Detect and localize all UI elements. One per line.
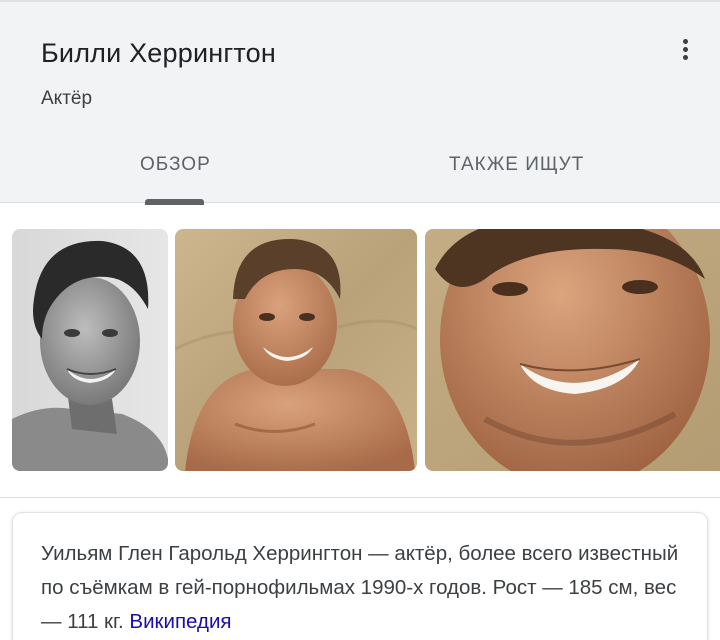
description-text: Уильям Глен Гарольд Херрингтон — актёр, …	[41, 537, 693, 639]
knowledge-panel: Билли Херрингтон Актёр ОБЗОР ТАКЖЕ ИЩУТ	[0, 0, 720, 640]
more-vert-icon[interactable]	[668, 32, 702, 66]
tab-overview[interactable]: ОБЗОР	[140, 154, 211, 176]
panel-header: Билли Херрингтон Актёр ОБЗОР ТАКЖЕ ИЩУТ	[0, 0, 720, 205]
description-card: Уильям Глен Гарольд Херрингтон — актёр, …	[12, 512, 708, 640]
image-thumbnail-2[interactable]	[175, 229, 417, 471]
tab-also-searched[interactable]: ТАКЖЕ ИЩУТ	[449, 154, 584, 176]
dot	[682, 38, 688, 44]
entity-subtitle: Актёр	[41, 88, 93, 109]
closeup-photo-image	[425, 229, 720, 471]
image-thumbnail-1[interactable]	[12, 229, 168, 471]
wikipedia-link[interactable]: Википедия	[129, 610, 231, 633]
sand-photo-image	[175, 229, 417, 471]
image-carousel	[0, 203, 720, 498]
entity-title: Билли Херрингтон	[41, 38, 276, 68]
dot	[682, 54, 688, 60]
dot	[682, 46, 688, 52]
image-thumbnail-3[interactable]	[425, 229, 720, 471]
bw-portrait-image	[12, 229, 168, 471]
section-divider	[0, 497, 720, 498]
